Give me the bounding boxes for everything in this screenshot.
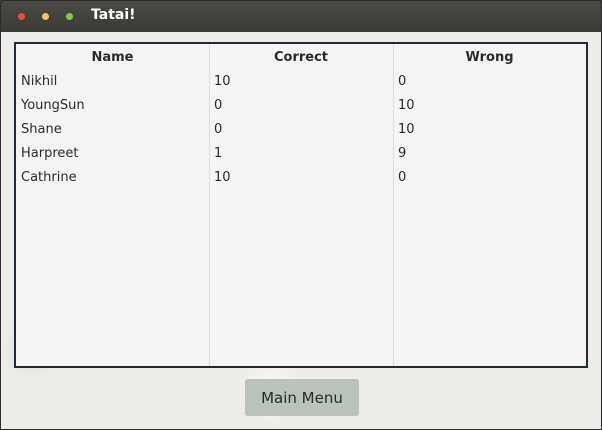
window-title: Tatai! [91,7,136,23]
main-content: Name Correct Wrong Nikhil 10 0 YoungSun … [1,32,601,429]
cell-wrong: 10 [398,98,415,113]
cell-correct: 10 [214,74,231,89]
table-row[interactable]: Cathrine 10 0 [16,166,586,190]
table-row[interactable]: Nikhil 10 0 [16,70,586,94]
cell-name: YoungSun [21,98,85,113]
cell-name: Cathrine [21,170,77,185]
cell-wrong: 0 [398,170,407,185]
table-row[interactable]: YoungSun 0 10 [16,94,586,118]
cell-wrong: 10 [398,122,415,137]
minimize-icon[interactable] [42,13,49,20]
table-row[interactable]: Harpreet 1 9 [16,142,586,166]
table-row[interactable]: Shane 0 10 [16,118,586,142]
cell-wrong: 0 [398,74,407,89]
maximize-icon[interactable] [66,13,73,20]
column-header-correct[interactable]: Correct [209,46,393,70]
cell-name: Harpreet [21,146,79,161]
scores-table[interactable]: Name Correct Wrong Nikhil 10 0 YoungSun … [14,42,588,368]
cell-correct: 0 [214,98,223,113]
cell-wrong: 9 [398,146,407,161]
app-window: Tatai! Name Correct Wrong Nikhil 10 0 Yo… [0,0,602,430]
column-header-wrong[interactable]: Wrong [393,46,586,70]
cell-correct: 0 [214,122,223,137]
cell-correct: 1 [214,146,223,161]
title-bar: Tatai! [1,1,601,32]
column-header-name[interactable]: Name [16,46,209,70]
table-header: Name Correct Wrong [16,46,586,70]
cell-correct: 10 [214,170,231,185]
close-icon[interactable] [18,13,25,20]
cell-name: Nikhil [21,74,58,89]
main-menu-button[interactable]: Main Menu [245,379,359,416]
cell-name: Shane [21,122,62,137]
